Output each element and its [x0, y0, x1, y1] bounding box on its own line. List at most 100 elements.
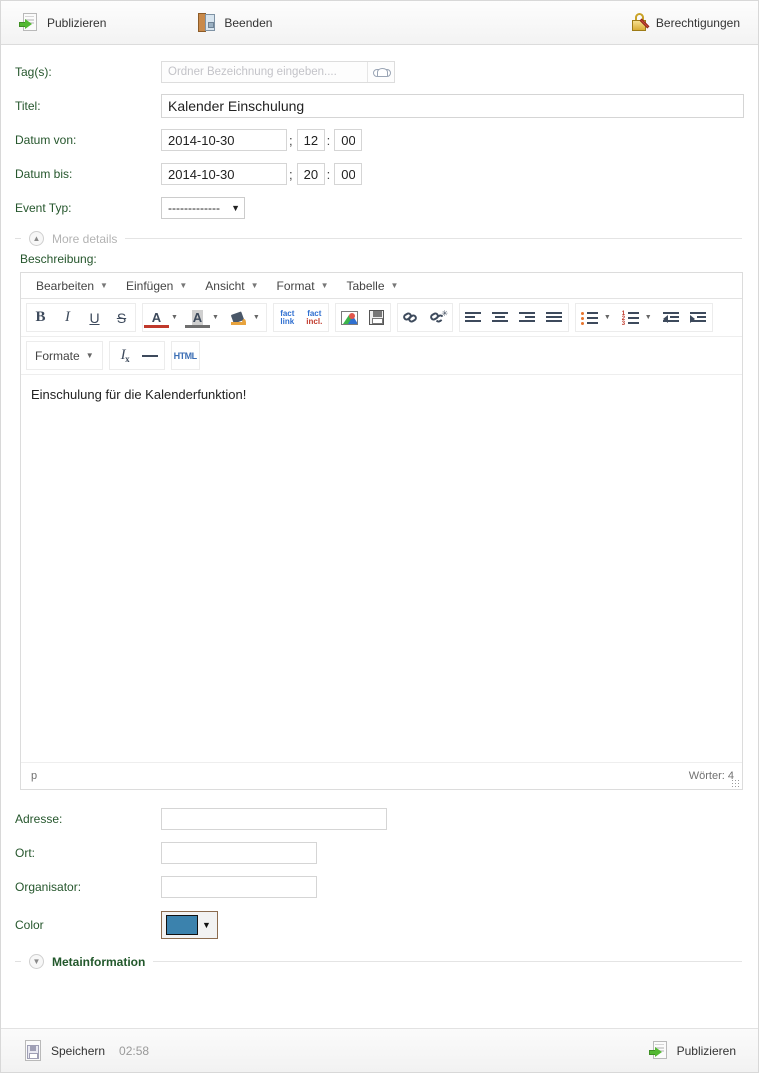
date-from-minute-input[interactable] — [334, 129, 363, 151]
numbered-list-dropdown-icon[interactable]: ▼ — [644, 304, 658, 331]
close-button[interactable]: Beenden — [192, 10, 278, 35]
insert-link-icon[interactable] — [398, 304, 425, 331]
expand-toggle-icon[interactable]: ▼ — [29, 954, 44, 969]
lock-pencil-icon — [631, 13, 650, 32]
menu-ansicht[interactable]: Ansicht ▼ — [196, 276, 267, 296]
fact-include-icon[interactable]: fact incl. — [301, 304, 328, 331]
decrease-indent-icon[interactable] — [658, 304, 685, 331]
menu-format[interactable]: Format ▼ — [268, 276, 338, 296]
legend-dash — [15, 961, 21, 962]
chevron-down-icon: ▼ — [85, 351, 94, 360]
publish-button-bottom-label: Publizieren — [676, 1043, 736, 1058]
publish-arrow-icon — [648, 1040, 669, 1061]
date-from-input[interactable] — [161, 129, 287, 151]
permissions-button[interactable]: Berechtigungen — [625, 10, 746, 35]
save-button[interactable]: Speichern 02:58 — [17, 1037, 155, 1064]
menu-bearbeiten[interactable]: Bearbeiten ▼ — [27, 276, 117, 296]
element-path: p — [31, 770, 38, 782]
fill-color-icon[interactable] — [225, 304, 252, 331]
background-color-dropdown-icon[interactable]: ▼ — [211, 304, 225, 331]
title-label: Titel: — [15, 99, 41, 113]
fill-color-dropdown-icon[interactable]: ▼ — [252, 304, 266, 331]
rich-text-editor: Bearbeiten ▼ Einfügen ▼ Ansicht ▼ Format… — [20, 272, 743, 790]
chevron-down-icon: ▼ — [250, 281, 259, 290]
numbered-list-icon[interactable]: 1 2 3 — [617, 304, 644, 331]
menu-tabelle-label: Tabelle — [346, 278, 385, 293]
chevron-down-icon: ▼ — [231, 203, 240, 213]
more-details-section-header[interactable]: ▲ More details — [15, 231, 744, 246]
legend-rule — [153, 961, 742, 962]
tag-browse-button[interactable] — [367, 62, 394, 82]
door-exit-icon — [198, 13, 216, 32]
align-left-icon[interactable] — [460, 304, 487, 331]
metainformation-section-header[interactable]: ▼ Metainformation — [15, 954, 744, 969]
formats-dropdown[interactable]: Formate ▼ — [27, 342, 102, 369]
align-justify-icon[interactable] — [541, 304, 568, 331]
bold-icon[interactable]: B — [27, 304, 54, 331]
color-picker-button[interactable]: ▼ — [161, 911, 218, 939]
bottom-toolbar: Speichern 02:58 Publizieren — [1, 1028, 758, 1072]
collapse-toggle-icon[interactable]: ▲ — [29, 231, 44, 246]
date-from-separator-2: : — [326, 132, 331, 148]
background-color-icon[interactable]: A — [184, 304, 211, 331]
address-input[interactable] — [161, 808, 387, 830]
align-right-icon[interactable] — [514, 304, 541, 331]
date-to-hour-input[interactable] — [296, 163, 325, 185]
clear-formatting-icon[interactable]: Ix — [110, 342, 137, 369]
italic-icon[interactable]: I — [54, 304, 81, 331]
underline-icon[interactable]: U — [81, 304, 108, 331]
bullet-list-dropdown-icon[interactable]: ▼ — [603, 304, 617, 331]
date-to-minute-input[interactable] — [334, 163, 363, 185]
legend-dash — [15, 238, 21, 239]
autosave-time: 02:58 — [119, 1043, 150, 1058]
publish-button-top[interactable]: Publizieren — [13, 10, 112, 36]
permissions-button-label: Berechtigungen — [655, 15, 740, 30]
organizer-input[interactable] — [161, 876, 317, 898]
event-form: Tag(s): Ordner Bezeichnung eingeben.... … — [1, 45, 758, 969]
date-from-label: Datum von: — [15, 133, 77, 147]
date-from-hour-input[interactable] — [296, 129, 325, 151]
insert-file-icon[interactable] — [363, 304, 390, 331]
editor-toolbar-row-2: Formate ▼ Ix HTML — [21, 337, 742, 375]
horizontal-rule-icon[interactable] — [137, 342, 164, 369]
city-label: Ort: — [15, 846, 35, 860]
address-label: Adresse: — [15, 812, 63, 826]
date-to-label: Datum bis: — [15, 167, 73, 181]
increase-indent-icon[interactable] — [685, 304, 712, 331]
field-row-date-from: Datum von: ; : — [15, 123, 744, 157]
align-center-icon[interactable] — [487, 304, 514, 331]
color-label: Color — [15, 918, 44, 932]
editor-content-area[interactable]: Einschulung für die Kalenderfunktion! — [21, 375, 742, 763]
title-input[interactable] — [161, 94, 744, 118]
text-color-icon[interactable]: A — [143, 304, 170, 331]
date-to-input[interactable] — [161, 163, 287, 185]
chevron-down-icon: ▼ — [179, 281, 188, 290]
more-details-label: More details — [52, 231, 118, 246]
toolbar-group-fact: fact link fact incl. — [272, 303, 329, 332]
save-button-label: Speichern — [51, 1043, 106, 1058]
event-type-select[interactable]: ------------- ▼ — [161, 197, 245, 219]
menu-tabelle[interactable]: Tabelle ▼ — [337, 276, 407, 296]
field-row-title: Titel: — [15, 89, 744, 123]
unlink-icon[interactable]: ✳ — [425, 304, 452, 331]
toolbar-group-source: HTML — [170, 341, 200, 370]
publish-button-bottom[interactable]: Publizieren — [643, 1038, 742, 1064]
event-edit-page: Publizieren Beenden Berechtigungen Tag(s… — [0, 0, 759, 1073]
source-code-icon[interactable]: HTML — [172, 342, 199, 369]
publish-button-top-label: Publizieren — [47, 15, 107, 30]
date-to-separator-1: ; — [289, 166, 293, 182]
date-to-separator-2: : — [326, 166, 331, 182]
fact-link-icon[interactable]: fact link — [274, 304, 301, 331]
field-row-city: Ort: — [15, 836, 744, 870]
tags-input-wrapper[interactable]: Ordner Bezeichnung eingeben.... — [161, 61, 395, 83]
date-from-separator-1: ; — [289, 132, 293, 148]
menu-einfuegen[interactable]: Einfügen ▼ — [117, 276, 196, 296]
editor-resize-handle[interactable] — [731, 779, 740, 788]
city-input[interactable] — [161, 842, 317, 864]
toolbar-group-misc: Ix — [108, 341, 165, 370]
metainformation-label: Metainformation — [52, 954, 146, 969]
insert-image-icon[interactable] — [336, 304, 363, 331]
strikethrough-icon[interactable]: S — [108, 304, 135, 331]
text-color-dropdown-icon[interactable]: ▼ — [170, 304, 184, 331]
bullet-list-icon[interactable] — [576, 304, 603, 331]
